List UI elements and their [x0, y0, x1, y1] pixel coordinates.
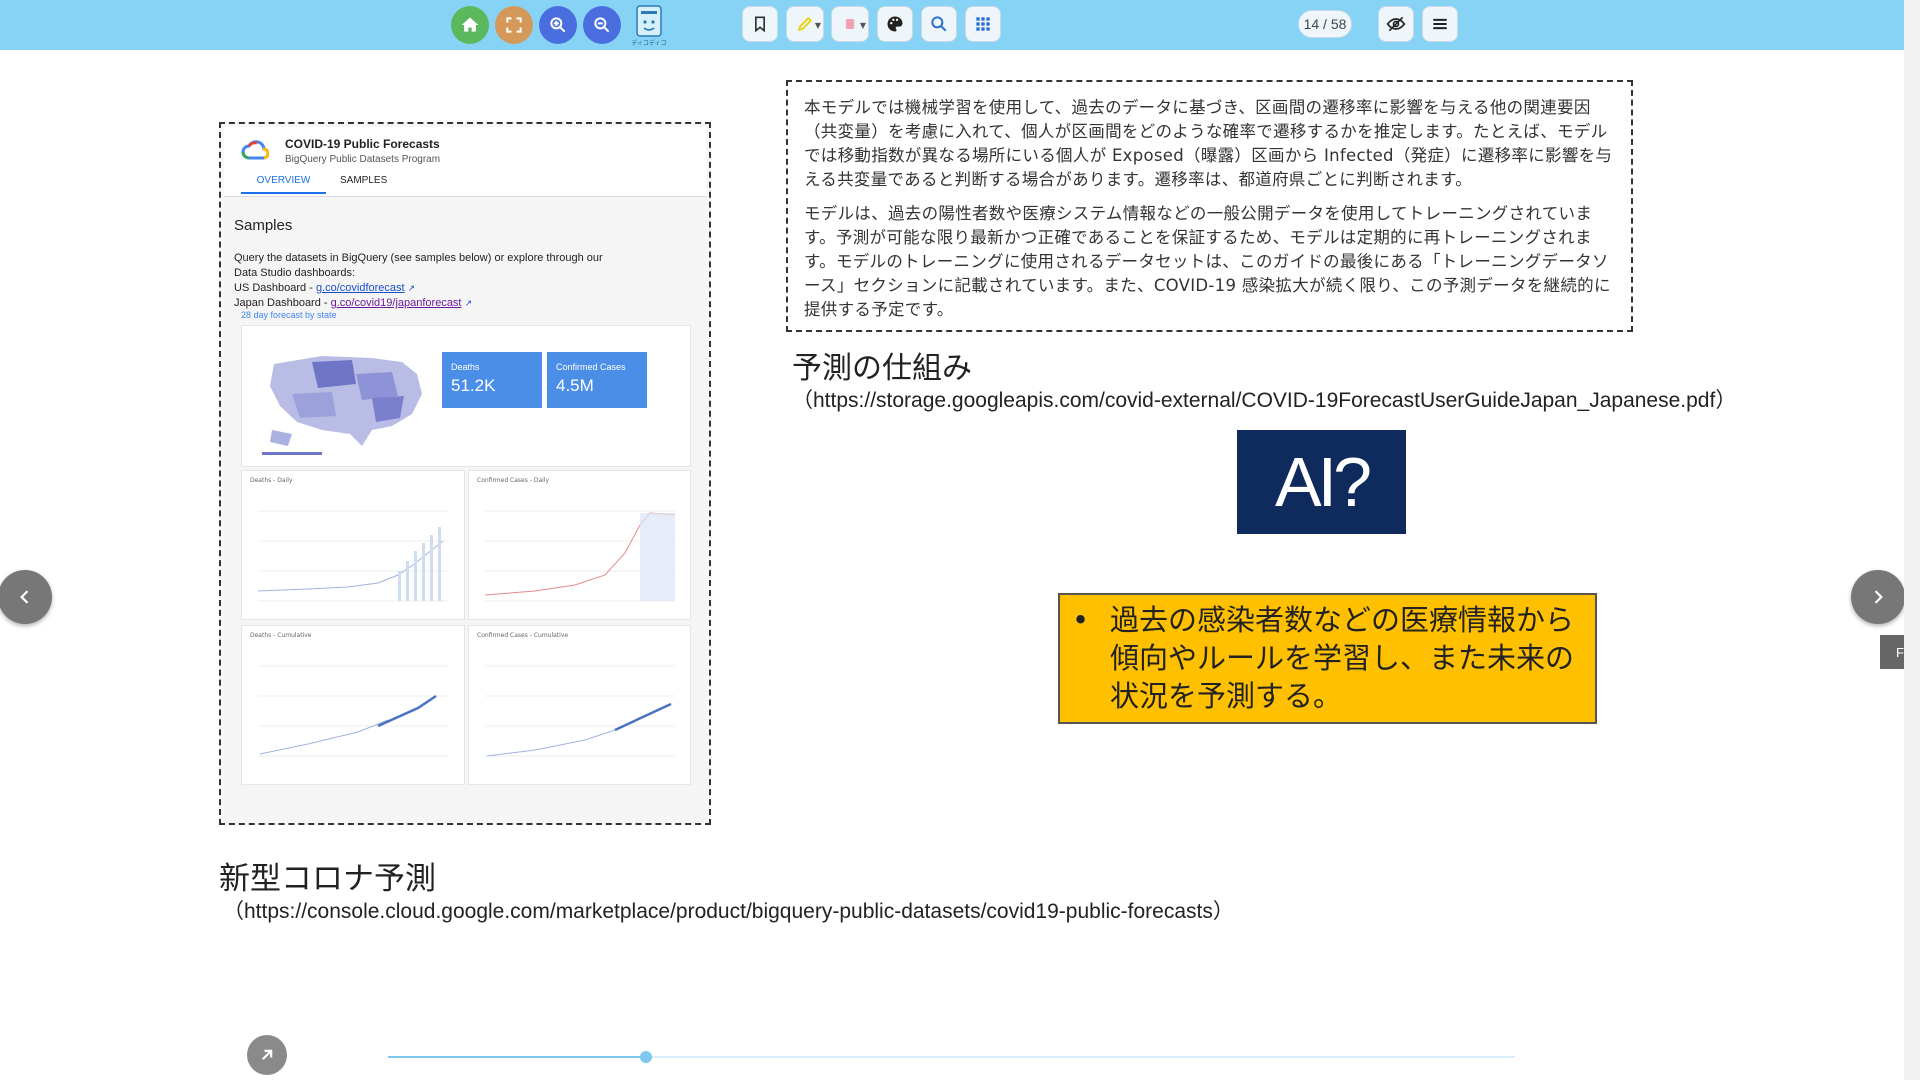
palette-icon[interactable] [877, 6, 913, 42]
deaths-cumulative-panel: Deaths - Cumulative [241, 625, 465, 785]
progress-fill [388, 1056, 647, 1058]
arrow-up-right-icon [262, 1049, 273, 1060]
expand-button[interactable] [247, 1035, 287, 1075]
deaths-cumulative-chart [258, 665, 448, 757]
body-text-1: Query the datasets in BigQuery (see samp… [234, 252, 603, 264]
gc-body: Samples Query the datasets in BigQuery (… [224, 197, 706, 823]
hide-icon[interactable] [1378, 6, 1414, 42]
japan-dashboard-label: Japan Dashboard - [234, 297, 331, 309]
ai-question-logo: AI? [1237, 430, 1406, 534]
panel-title: Deaths - Cumulative [250, 632, 312, 639]
confirmed-daily-chart [484, 510, 676, 602]
summary-callout: • 過去の感染者数などの医療情報から傾向やルールを学習し、また未来の状況を予測す… [1058, 593, 1597, 724]
search-icon[interactable] [921, 6, 957, 42]
us-map-image [262, 356, 422, 455]
chevron-left-icon [20, 590, 29, 604]
japan-dashboard-line: Japan Dashboard - g.co/covid19/japanfore… [234, 297, 472, 309]
confirmed-cumulative-panel: Confirmed Cases - Cumulative [468, 625, 691, 785]
deaths-daily-chart [257, 510, 448, 602]
covid-forecast-screenshot: COVID-19 Public Forecasts BigQuery Publi… [219, 122, 711, 825]
kpi-confirmed: Confirmed Cases 4.5M [547, 352, 647, 408]
toolbar: ディコディコ ▼ ▼ 14 / 58 [0, 0, 1920, 50]
grid-icon[interactable] [965, 6, 1001, 42]
model-description-box: 本モデルでは機械学習を使用して、過去のデータに基づき、区画間の遷移率に影響を与え… [786, 80, 1633, 332]
chevron-right-icon [1874, 590, 1883, 604]
source-url-marketplace: （https://console.cloud.google.com/market… [223, 900, 1234, 923]
zoom-in-icon[interactable] [539, 6, 577, 44]
kpi-deaths-value: 51.2K [451, 376, 496, 395]
model-description-paragraph-1: 本モデルでは機械学習を使用して、過去のデータに基づき、区画間の遷移率に影響を与え… [804, 98, 1613, 189]
external-link-icon: ↗ [464, 298, 473, 308]
us-dashboard-line: US Dashboard - g.co/covidforecast ↗ [234, 282, 415, 294]
kpi-deaths-label: Deaths [451, 362, 480, 372]
eraser-icon[interactable]: ▼ [831, 6, 869, 42]
japan-dashboard-link[interactable]: g.co/covid19/japanforecast [331, 297, 462, 309]
deaths-daily-panel: Deaths - Daily [241, 470, 465, 620]
external-link-icon: ↗ [407, 283, 416, 293]
model-description-paragraph-2: モデルは、過去の陽性者数や医療システム情報などの一般公開データを使用してトレーニ… [804, 204, 1611, 319]
slide-viewer: ディコディコ ▼ ▼ 14 / 58 COVID-19 Public Forec… [0, 0, 1920, 1080]
samples-heading: Samples [234, 217, 293, 234]
panel-title: Confirmed Cases - Daily [477, 477, 550, 484]
google-cloud-logo [241, 140, 269, 160]
gc-header: COVID-19 Public Forecasts BigQuery Publi… [224, 127, 706, 197]
kpi-confirmed-label: Confirmed Cases [556, 362, 626, 372]
confirmed-daily-panel: Confirmed Cases - Daily [468, 470, 691, 620]
ai-logo-text: AI? [1274, 443, 1372, 521]
progress-thumb[interactable] [640, 1051, 653, 1063]
body-text-2: Data Studio dashboards: [234, 267, 356, 279]
home-icon[interactable] [451, 6, 489, 44]
fullscreen-icon[interactable] [495, 6, 533, 44]
vertical-scrollbar[interactable] [1904, 0, 1920, 1080]
page-progress-slider[interactable] [388, 1051, 1515, 1063]
kpi-deaths: Deaths 51.2K [442, 352, 542, 408]
us-dashboard-link[interactable]: g.co/covidforecast [316, 282, 405, 294]
tab-samples[interactable]: SAMPLES [340, 175, 387, 192]
bookmark-icon[interactable] [742, 6, 778, 42]
app-logo[interactable]: ディコディコ [630, 3, 668, 47]
us-dashboard-label: US Dashboard - [234, 282, 316, 294]
dashboard-map-panel: Deaths 51.2K Confirmed Cases 4.5M [241, 325, 691, 467]
tab-overview[interactable]: OVERVIEW [241, 175, 326, 194]
gc-title: COVID-19 Public Forecasts [285, 137, 440, 151]
highlighter-icon[interactable]: ▼ [786, 6, 824, 42]
gc-subtitle: BigQuery Public Datasets Program [285, 154, 441, 165]
forecast-by-state-link[interactable]: 28 day forecast by state [241, 310, 337, 320]
page-counter: 14 / 58 [1298, 10, 1352, 38]
chevron-down-icon: ▼ [859, 21, 866, 30]
summary-text: 過去の感染者数などの医療情報から傾向やルールを学習し、また未来の状況を予測する。 [1110, 603, 1575, 713]
kpi-confirmed-value: 4.5M [556, 376, 594, 395]
bullet-icon: • [1072, 603, 1090, 637]
panel-title: Deaths - Daily [250, 477, 293, 484]
confirmed-cumulative-chart [485, 665, 675, 757]
source-url-guide: （https://storage.googleapis.com/covid-ex… [792, 389, 1737, 412]
heading-covid-forecast: 新型コロナ予測 [219, 861, 436, 897]
prev-page-button[interactable] [0, 570, 52, 624]
zoom-out-icon[interactable] [583, 6, 621, 44]
chevron-down-icon: ▼ [814, 21, 821, 30]
next-page-button[interactable] [1851, 570, 1905, 624]
menu-icon[interactable] [1422, 6, 1458, 42]
app-logo-text: ディコディコ [631, 40, 667, 47]
panel-title: Confirmed Cases - Cumulative [477, 632, 569, 639]
heading-how-it-works: 予測の仕組み [792, 351, 972, 386]
